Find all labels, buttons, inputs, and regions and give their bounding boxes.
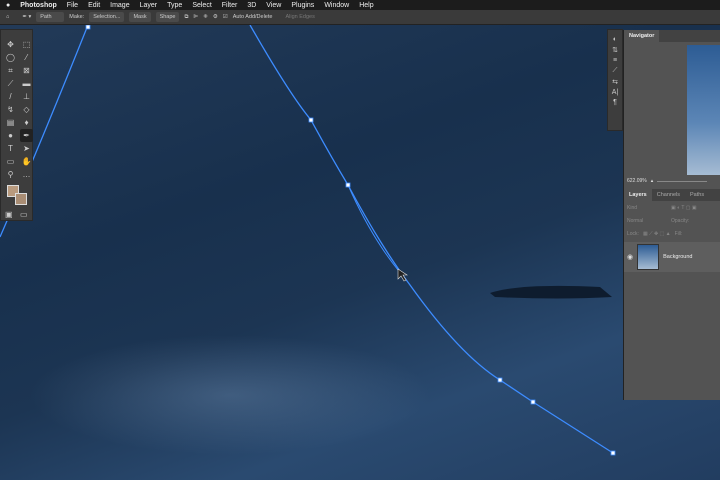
- menu-app[interactable]: Photoshop: [20, 2, 57, 9]
- zoom-out-icon[interactable]: ▴: [651, 178, 654, 184]
- character-panel-icon[interactable]: A|: [612, 89, 619, 96]
- right-panels: Navigator 622.09% ▴ Layers Channels Path…: [623, 30, 720, 400]
- anchor-point: [497, 377, 503, 383]
- menu-view[interactable]: View: [266, 2, 281, 9]
- selection-button[interactable]: Selection...: [89, 12, 125, 22]
- menu-select[interactable]: Select: [192, 2, 211, 9]
- tab-channels[interactable]: Channels: [652, 189, 685, 201]
- anchor-point: [610, 450, 616, 456]
- crop-tool-icon[interactable]: ⌗: [4, 64, 17, 77]
- kind-filter[interactable]: Kind: [627, 205, 667, 211]
- navigator-thumbnail[interactable]: [687, 45, 720, 175]
- menu-window[interactable]: Window: [324, 2, 349, 9]
- gradient-tool-icon[interactable]: ▤: [4, 116, 17, 129]
- menu-help[interactable]: Help: [359, 2, 373, 9]
- opacity-label: Opacity:: [671, 218, 690, 224]
- frame-tool-icon[interactable]: ⊠: [20, 64, 33, 77]
- menu-image[interactable]: Image: [110, 2, 129, 9]
- brush-tool-icon[interactable]: /: [4, 90, 17, 103]
- history-brush-tool-icon[interactable]: ↯: [4, 103, 17, 116]
- healing-brush-tool-icon[interactable]: ▬: [20, 77, 33, 90]
- tab-navigator[interactable]: Navigator: [624, 30, 660, 42]
- lock-icons[interactable]: ▦ ⟋ ✥ ⬚ ▲: [643, 231, 671, 237]
- panel-icon-strip: ◐ ⇅ ≡ ⟋ ⇆ A| ¶: [607, 29, 623, 131]
- toolbox: ✥ ⬚ ◯ ⁄ ⌗ ⊠ ⟋ ▬ / ⊥ ↯ ◇ ▤ ♦ ● ✒ T ➤ ▭ ✋ …: [0, 29, 33, 221]
- marquee-tool-icon[interactable]: ⬚: [20, 38, 33, 51]
- menu-layer[interactable]: Layer: [140, 2, 158, 9]
- navigator-zoom-value[interactable]: 622.09%: [627, 178, 647, 184]
- auto-add-delete-label: Auto Add/Delete: [232, 14, 273, 20]
- menu-bar: ● Photoshop File Edit Image Layer Type S…: [0, 0, 720, 10]
- shape-button[interactable]: Shape: [155, 12, 180, 22]
- properties-panel-icon[interactable]: ⇅: [612, 46, 618, 54]
- adjustments-panel-icon[interactable]: ≡: [613, 57, 617, 64]
- color-panel-icon[interactable]: ◐: [613, 36, 617, 43]
- tab-layers[interactable]: Layers: [624, 189, 652, 201]
- eraser-tool-icon[interactable]: ◇: [20, 103, 33, 116]
- zoom-tool-icon[interactable]: ⚲: [4, 168, 17, 181]
- path-operations-icon[interactable]: ⧉: [184, 14, 188, 21]
- magic-wand-tool-icon[interactable]: ⁄: [20, 51, 33, 64]
- blur-tool-icon[interactable]: ♦: [20, 116, 33, 129]
- auto-add-delete-checkbox[interactable]: ☑: [223, 14, 228, 20]
- anchor-point: [308, 117, 314, 123]
- menu-file[interactable]: File: [67, 2, 78, 9]
- menu-edit[interactable]: Edit: [88, 2, 100, 9]
- move-tool-icon[interactable]: ✥: [4, 38, 17, 51]
- mode-select[interactable]: Path: [36, 12, 65, 22]
- wing-shape: [490, 285, 612, 299]
- path-alignment-icon[interactable]: ⊫: [193, 14, 198, 20]
- brush-panel-icon[interactable]: ⟋: [613, 67, 618, 75]
- lock-label: Lock:: [627, 231, 639, 237]
- layer-row[interactable]: ◉ Background: [624, 242, 720, 272]
- background-color-swatch[interactable]: [15, 193, 27, 205]
- paragraph-panel-icon[interactable]: ¶: [613, 99, 617, 106]
- mask-button[interactable]: Mask: [129, 12, 151, 22]
- gear-icon[interactable]: ⚙: [213, 14, 218, 20]
- lasso-tool-icon[interactable]: ◯: [4, 51, 17, 64]
- pen-tool-icon[interactable]: ✒: [20, 129, 33, 142]
- pen-tool-preset-icon[interactable]: ✒ ▾: [22, 14, 31, 20]
- home-icon[interactable]: ⌂: [6, 14, 9, 20]
- path-selection-tool-icon[interactable]: ➤: [20, 142, 33, 155]
- tab-paths[interactable]: Paths: [685, 189, 709, 201]
- layer-thumbnail: [637, 244, 660, 270]
- more-tools-icon[interactable]: …: [20, 168, 33, 181]
- layer-name[interactable]: Background: [663, 254, 692, 260]
- clone-stamp-tool-icon[interactable]: ⊥: [20, 90, 33, 103]
- visibility-eye-icon[interactable]: ◉: [627, 253, 633, 261]
- path-segment-main: [249, 25, 614, 454]
- type-tool-icon[interactable]: T: [4, 142, 17, 155]
- anchor-point: [530, 399, 536, 405]
- apple-icon[interactable]: ●: [6, 2, 10, 9]
- quick-mask-icon[interactable]: ▣: [5, 208, 13, 221]
- menu-filter[interactable]: Filter: [222, 2, 238, 9]
- fill-label: Fill:: [674, 231, 683, 237]
- zoom-slider[interactable]: [657, 180, 708, 182]
- anchor-point: [345, 182, 351, 188]
- filter-icons[interactable]: ▣ ◐ T ▢ ▣: [671, 205, 697, 211]
- eyedropper-tool-icon[interactable]: ⟋: [4, 77, 17, 90]
- path-arrangement-icon[interactable]: ⁜: [203, 14, 208, 20]
- anchor-point: [85, 25, 91, 30]
- dodge-tool-icon[interactable]: ●: [4, 129, 17, 142]
- menu-type[interactable]: Type: [167, 2, 182, 9]
- align-edges-checkbox: Align Edges: [285, 14, 315, 20]
- cursor-icon: [397, 268, 408, 282]
- hand-tool-icon[interactable]: ✋: [20, 155, 33, 168]
- channels-panel-icon[interactable]: ⇆: [612, 78, 618, 86]
- options-bar: ⌂ ✒ ▾ Path Make: Selection... Mask Shape…: [0, 10, 720, 25]
- screen-mode-icon[interactable]: ▭: [20, 208, 28, 221]
- make-label: Make:: [69, 14, 85, 20]
- rectangle-tool-icon[interactable]: ▭: [4, 155, 17, 168]
- blend-mode-select[interactable]: Normal: [627, 218, 667, 224]
- menu-3d[interactable]: 3D: [247, 2, 256, 9]
- menu-plugins[interactable]: Plugins: [291, 2, 314, 9]
